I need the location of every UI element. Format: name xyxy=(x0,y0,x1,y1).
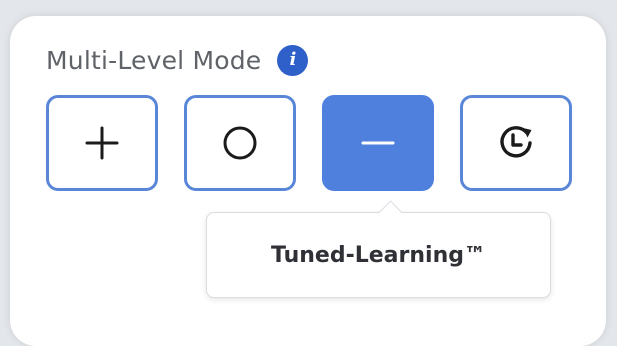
panel-title: Multi-Level Mode xyxy=(46,45,262,75)
plus-icon xyxy=(85,126,119,160)
tooltip: Tuned-Learning™ xyxy=(206,200,551,298)
mode-clock-refresh-button[interactable] xyxy=(460,95,572,191)
info-icon[interactable]: i xyxy=(277,44,309,76)
tooltip-arrow xyxy=(378,200,403,225)
minus-icon xyxy=(361,141,395,145)
mode-minus-button[interactable] xyxy=(322,95,434,191)
mode-circle-button[interactable] xyxy=(184,95,296,191)
mode-plus-button[interactable] xyxy=(46,95,158,191)
circle-icon xyxy=(223,126,257,160)
multi-level-mode-panel: Multi-Level Mode i Tuned-Learning™ xyxy=(10,16,606,346)
tooltip-text: Tuned-Learning™ xyxy=(271,242,486,268)
clock-refresh-icon xyxy=(500,126,532,158)
panel-header: Multi-Level Mode i xyxy=(46,42,309,78)
